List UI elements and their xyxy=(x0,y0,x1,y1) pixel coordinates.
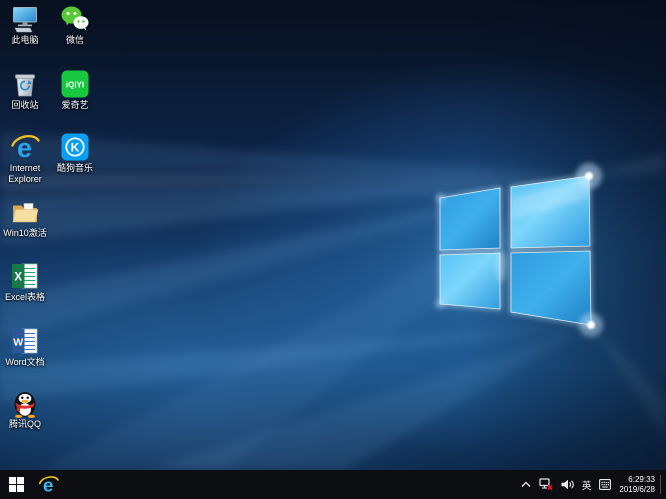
desktop-icon-label: Word文档 xyxy=(5,357,45,367)
ime-grid-keyboard-icon xyxy=(599,479,612,490)
kugou-icon: K xyxy=(60,132,90,162)
taskbar: e 英 6:29:33 2019/6/28 xyxy=(0,470,666,499)
desktop-icon-label: 腾讯QQ xyxy=(8,419,41,429)
desktop-icon-label: 酷狗音乐 xyxy=(56,163,93,173)
word-letter: W xyxy=(13,337,23,349)
kugou-letter: K xyxy=(71,140,80,154)
speaker-icon xyxy=(561,479,574,490)
desktop-icon-tencent-qq[interactable]: 腾讯QQ xyxy=(2,388,48,430)
taskbar-clock[interactable]: 6:29:33 2019/6/28 xyxy=(615,475,660,495)
red-x-badge xyxy=(547,484,553,491)
desktop-icon-label: 回收站 xyxy=(11,100,39,110)
internet-explorer-icon: e xyxy=(10,132,40,162)
windows-desktop-screen: 此电脑 回收站 e Internet Explorer Win10激活 X Ex… xyxy=(0,0,666,499)
windows-logo-icon xyxy=(9,477,24,492)
taskbar-internet-explorer-button[interactable]: e xyxy=(33,470,63,499)
qq-penguin-icon xyxy=(10,388,40,418)
folder-icon xyxy=(10,197,40,227)
desktop-icon-label: 微信 xyxy=(65,35,84,45)
clock-time: 6:29:33 xyxy=(628,474,655,484)
clock-date: 2019/6/28 xyxy=(619,484,655,494)
desktop-icon-win10-activation[interactable]: Win10激活 xyxy=(2,197,48,239)
chevron-up-icon xyxy=(521,481,531,487)
iqiyi-wordmark: iQIYI xyxy=(66,81,84,90)
volume-button[interactable] xyxy=(557,470,578,499)
network-disconnected-icon xyxy=(539,478,553,491)
desktop-icon-iqiyi[interactable]: iQIYI 爱奇艺 xyxy=(52,69,98,111)
desktop-icon-excel[interactable]: X Excel表格 xyxy=(2,261,48,303)
hidden-icons-button[interactable] xyxy=(517,470,535,499)
show-desktop-button[interactable] xyxy=(661,470,666,499)
excel-icon: X xyxy=(10,261,40,291)
system-tray: 英 6:29:33 2019/6/28 xyxy=(517,470,666,499)
desktop-icon-label: 此电脑 xyxy=(11,35,39,45)
ime-language-indicator[interactable]: 英 xyxy=(578,470,596,499)
ime-keyboard-button[interactable] xyxy=(595,470,615,499)
desktop-icon-word[interactable]: W Word文档 xyxy=(2,326,48,368)
wechat-icon xyxy=(60,4,90,34)
iqiyi-icon: iQIYI xyxy=(60,69,90,99)
desktop-icon-wechat[interactable]: 微信 xyxy=(52,4,98,46)
desktop-icon-kugou-music[interactable]: K 酷狗音乐 xyxy=(52,132,98,174)
desktop-icon-internet-explorer[interactable]: e Internet Explorer xyxy=(2,132,48,185)
desktop-icon-recycle-bin[interactable]: 回收站 xyxy=(2,69,48,111)
network-status-button[interactable] xyxy=(535,470,557,499)
this-pc-icon xyxy=(10,4,40,34)
recycle-bin-icon xyxy=(10,69,40,99)
start-button[interactable] xyxy=(0,470,33,499)
desktop[interactable]: 此电脑 回收站 e Internet Explorer Win10激活 X Ex… xyxy=(0,0,666,470)
internet-explorer-icon: e xyxy=(38,476,59,495)
desktop-icon-label: Internet Explorer xyxy=(8,163,42,184)
windows-hero-wallpaper xyxy=(0,0,666,470)
excel-letter: X xyxy=(14,272,22,284)
desktop-icon-label: Win10激活 xyxy=(3,228,47,238)
desktop-icon-this-pc[interactable]: 此电脑 xyxy=(2,4,48,46)
word-icon: W xyxy=(10,326,40,356)
desktop-icon-label: Excel表格 xyxy=(4,292,45,302)
desktop-icon-label: 爱奇艺 xyxy=(61,100,89,110)
